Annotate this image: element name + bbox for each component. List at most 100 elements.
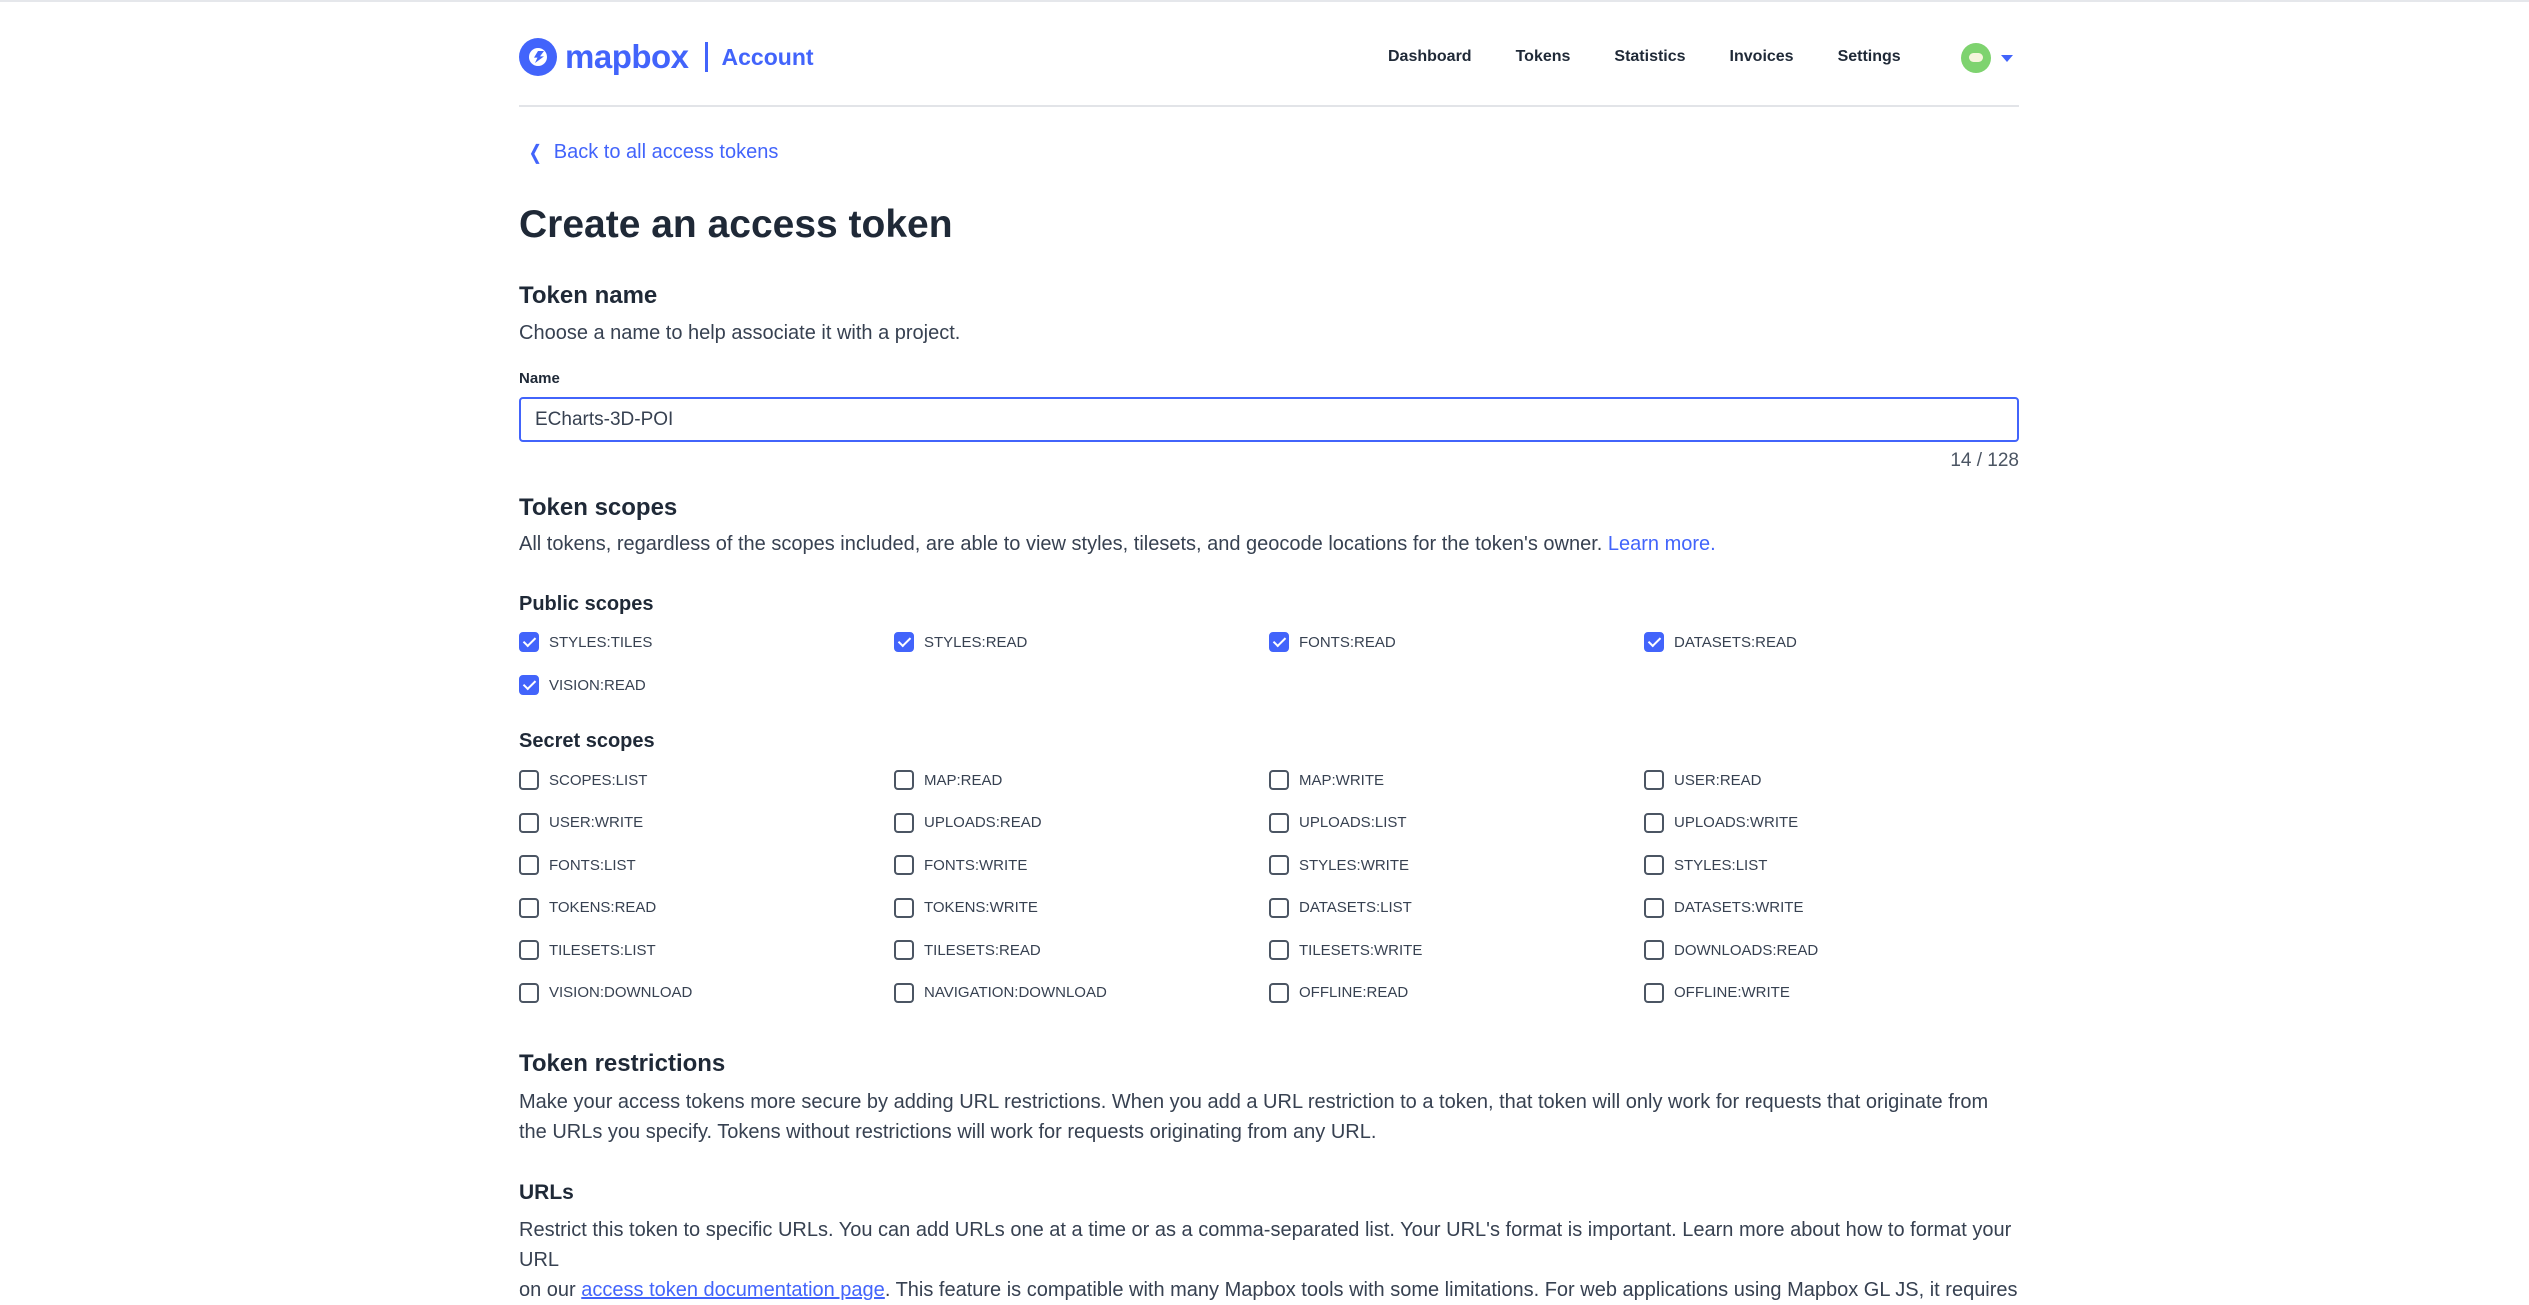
token-scopes-text: All tokens, regardless of the scopes inc… [519,533,1603,555]
scope-fonts-write[interactable]: FONTS:WRITE [894,855,1027,875]
checkbox-checked-icon[interactable] [894,632,914,652]
main-nav: Dashboard Tokens Statistics Invoices Set… [1388,48,1945,66]
access-token-docs-link[interactable]: access token documentation page [581,1279,885,1301]
scope-uploads-list[interactable]: UPLOADS:LIST [1269,812,1407,833]
nav-dashboard[interactable]: Dashboard [1388,48,1472,66]
checkbox-icon[interactable] [894,897,914,918]
checkbox-icon[interactable] [1269,770,1289,790]
scope-label: USER:WRITE [549,814,644,831]
scope-label: TILESETS:READ [924,941,1041,959]
scope-label: OFFLINE:READ [1299,984,1409,1001]
logo-divider [704,42,708,72]
scope-downloads-read[interactable]: DOWNLOADS:READ [1644,940,1818,960]
checkbox-icon[interactable] [1269,982,1289,1003]
token-restrictions-heading: Token restrictions [519,1050,726,1077]
checkbox-checked-icon[interactable] [519,675,539,695]
scope-styles-list[interactable]: STYLES:LIST [1644,855,1767,875]
token-scopes-description: All tokens, regardless of the scopes inc… [519,529,2019,559]
scope-scopes-list[interactable]: SCOPES:LIST [519,770,647,790]
nav-statistics[interactable]: Statistics [1614,48,1685,66]
checkbox-icon[interactable] [519,982,539,1003]
checkbox-icon[interactable] [894,812,914,833]
scope-tilesets-write[interactable]: TILESETS:WRITE [1269,940,1422,960]
token-name-description: Choose a name to help associate it with … [519,322,961,344]
scope-vision-read[interactable]: VISION:READ [519,675,646,695]
scope-label: USER:READ [1674,771,1762,789]
urls-desc-prefix: on our [519,1279,582,1301]
scope-styles-write[interactable]: STYLES:WRITE [1269,855,1409,875]
scope-tokens-read[interactable]: TOKENS:READ [519,897,656,918]
token-name-input[interactable] [519,397,2019,442]
checkbox-icon[interactable] [519,770,539,790]
logo-wordmark: mapbox [565,38,689,75]
checkbox-icon[interactable] [894,940,914,960]
checkbox-icon[interactable] [894,982,914,1003]
scope-datasets-write[interactable]: DATASETS:WRITE [1644,897,1803,918]
scope-map-read[interactable]: MAP:READ [894,770,1002,790]
scope-fonts-read[interactable]: FONTS:READ [1269,632,1396,652]
checkbox-icon[interactable] [1269,897,1289,918]
scope-label: OFFLINE:WRITE [1674,984,1790,1001]
checkbox-checked-icon[interactable] [1269,632,1289,652]
nav-settings[interactable]: Settings [1838,48,1901,66]
scope-styles-tiles[interactable]: STYLES:TILES [519,632,652,652]
scope-map-write[interactable]: MAP:WRITE [1269,770,1384,790]
scope-vision-download[interactable]: VISION:DOWNLOAD [519,982,693,1003]
urls-desc-suffix: . This feature is compatible with many M… [884,1279,2018,1301]
scope-user-read[interactable]: USER:READ [1644,770,1762,790]
checkbox-icon[interactable] [1269,855,1289,875]
header: mapbox Account Dashboard Tokens Statisti… [519,0,2019,107]
scope-user-write[interactable]: USER:WRITE [519,812,644,833]
checkbox-icon[interactable] [1644,982,1664,1003]
scope-label: VISION:DOWNLOAD [549,984,693,1001]
account-label[interactable]: Account [722,44,814,71]
back-to-tokens-link[interactable]: ❮ Back to all access tokens [527,140,779,165]
scope-tilesets-read[interactable]: TILESETS:READ [894,940,1041,960]
checkbox-icon[interactable] [519,855,539,875]
scope-label: STYLES:WRITE [1299,856,1410,874]
checkbox-icon[interactable] [1644,770,1664,790]
checkbox-icon[interactable] [519,940,539,960]
scope-label: SCOPES:LIST [549,771,648,789]
urls-description-line-1: Restrict this token to specific URLs. Yo… [519,1219,2012,1271]
scope-label: FONTS:WRITE [924,856,1028,874]
checkbox-icon[interactable] [894,770,914,790]
avatar[interactable] [1961,43,1991,73]
checkbox-icon[interactable] [1269,812,1289,833]
checkbox-icon[interactable] [1644,855,1664,875]
nav-invoices[interactable]: Invoices [1730,48,1794,66]
scope-fonts-list[interactable]: FONTS:LIST [519,855,636,875]
scope-tilesets-list[interactable]: TILESETS:LIST [519,940,656,960]
scope-label: TOKENS:WRITE [924,899,1038,916]
checkbox-checked-icon[interactable] [1644,632,1664,652]
urls-heading: URLs [519,1181,574,1204]
checkbox-icon[interactable] [1644,940,1664,960]
checkbox-icon[interactable] [519,897,539,918]
user-menu[interactable] [1961,43,2013,73]
page-container: mapbox Account Dashboard Tokens Statisti… [519,0,2019,1301]
checkbox-icon[interactable] [1644,897,1664,918]
scope-datasets-list[interactable]: DATASETS:LIST [1269,897,1412,918]
scope-label: DATASETS:LIST [1299,899,1412,916]
scope-offline-write[interactable]: OFFLINE:WRITE [1644,982,1790,1003]
checkbox-icon[interactable] [519,812,539,833]
scope-label: UPLOADS:READ [924,814,1042,831]
token-scopes-heading: Token scopes [519,494,678,521]
scope-navigation-download[interactable]: NAVIGATION:DOWNLOAD [894,982,1107,1003]
scope-datasets-read[interactable]: DATASETS:READ [1644,632,1797,652]
mapbox-logo[interactable]: mapbox Account [519,38,814,76]
nav-tokens[interactable]: Tokens [1516,48,1571,66]
checkbox-checked-icon[interactable] [519,632,539,652]
caret-down-icon[interactable] [2001,54,2013,62]
scope-tokens-write[interactable]: TOKENS:WRITE [894,897,1038,918]
scope-uploads-read[interactable]: UPLOADS:READ [894,812,1042,833]
checkbox-icon[interactable] [894,855,914,875]
checkbox-icon[interactable] [1269,940,1289,960]
scope-offline-read[interactable]: OFFLINE:READ [1269,982,1409,1003]
checkbox-icon[interactable] [1644,812,1664,833]
scope-styles-read[interactable]: STYLES:READ [894,632,1027,652]
scope-label: TILESETS:WRITE [1299,941,1423,959]
scope-uploads-write[interactable]: UPLOADS:WRITE [1644,812,1798,833]
chevron-left-icon: ❮ [528,142,543,164]
learn-more-link[interactable]: Learn more. [1608,533,1716,555]
